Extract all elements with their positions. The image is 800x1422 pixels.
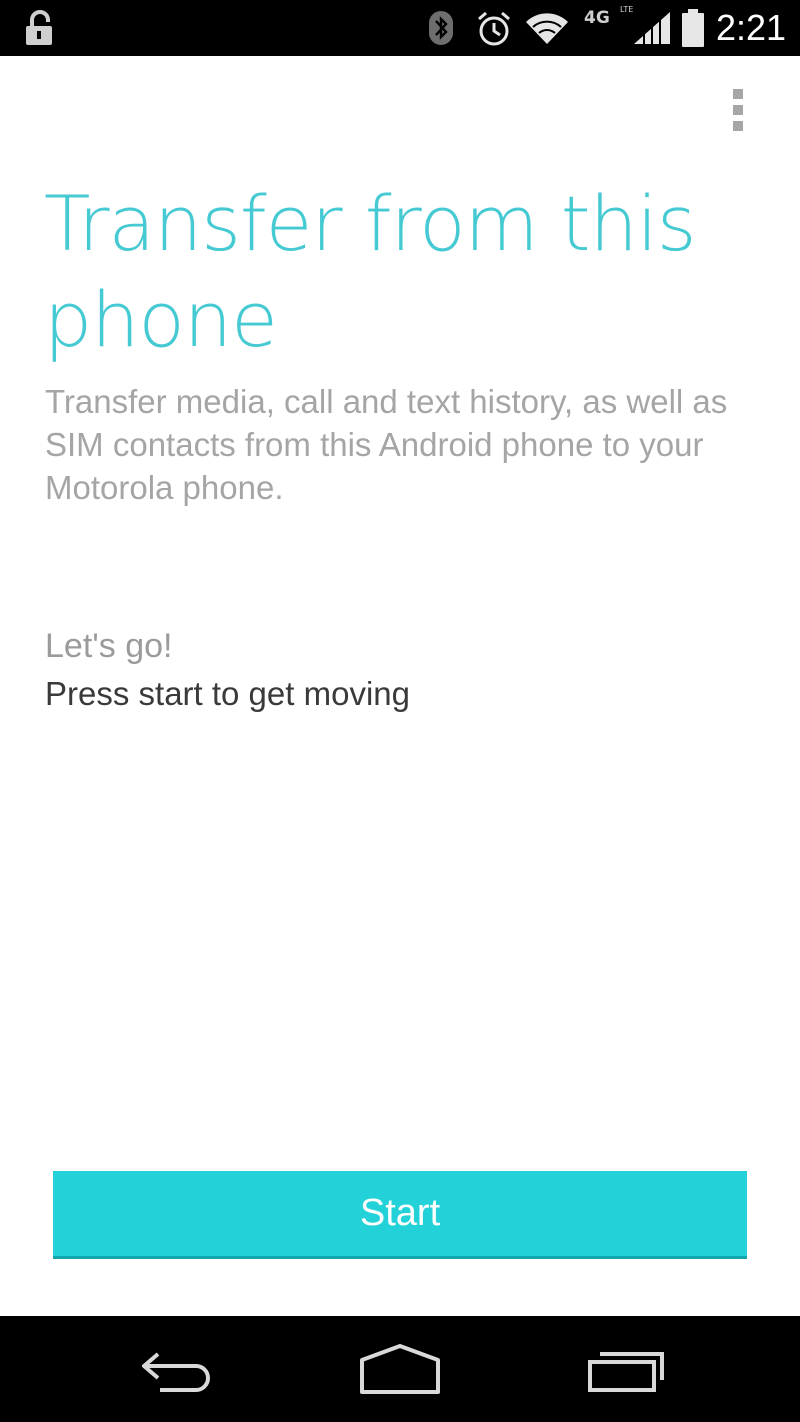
lets-go-label: Let's go! [45,627,173,665]
wifi-icon [526,13,568,44]
start-button[interactable]: Start [53,1171,747,1259]
page-title: Transfer from this phone [44,179,696,364]
back-icon[interactable] [136,1340,220,1400]
home-icon[interactable] [356,1340,444,1400]
status-bar: 4G LTE 2:21 [0,0,800,56]
overflow-dot [733,121,743,131]
overflow-dot [733,89,743,99]
overflow-dot [733,105,743,115]
page-description: Transfer media, call and text history, a… [45,383,728,506]
alarm-icon [478,11,510,46]
press-start-label: Press start to get moving [45,675,410,712]
bluetooth-icon [429,11,453,45]
network-type-label: 4G [584,8,610,28]
overflow-menu-icon[interactable] [716,80,760,140]
status-time: 2:21 [716,7,787,48]
signal-icon [634,12,670,46]
network-sub-label: LTE [620,5,634,14]
unlock-icon [26,10,52,45]
navigation-bar [0,1316,800,1422]
battery-icon [682,9,704,47]
recents-icon[interactable] [584,1340,668,1400]
